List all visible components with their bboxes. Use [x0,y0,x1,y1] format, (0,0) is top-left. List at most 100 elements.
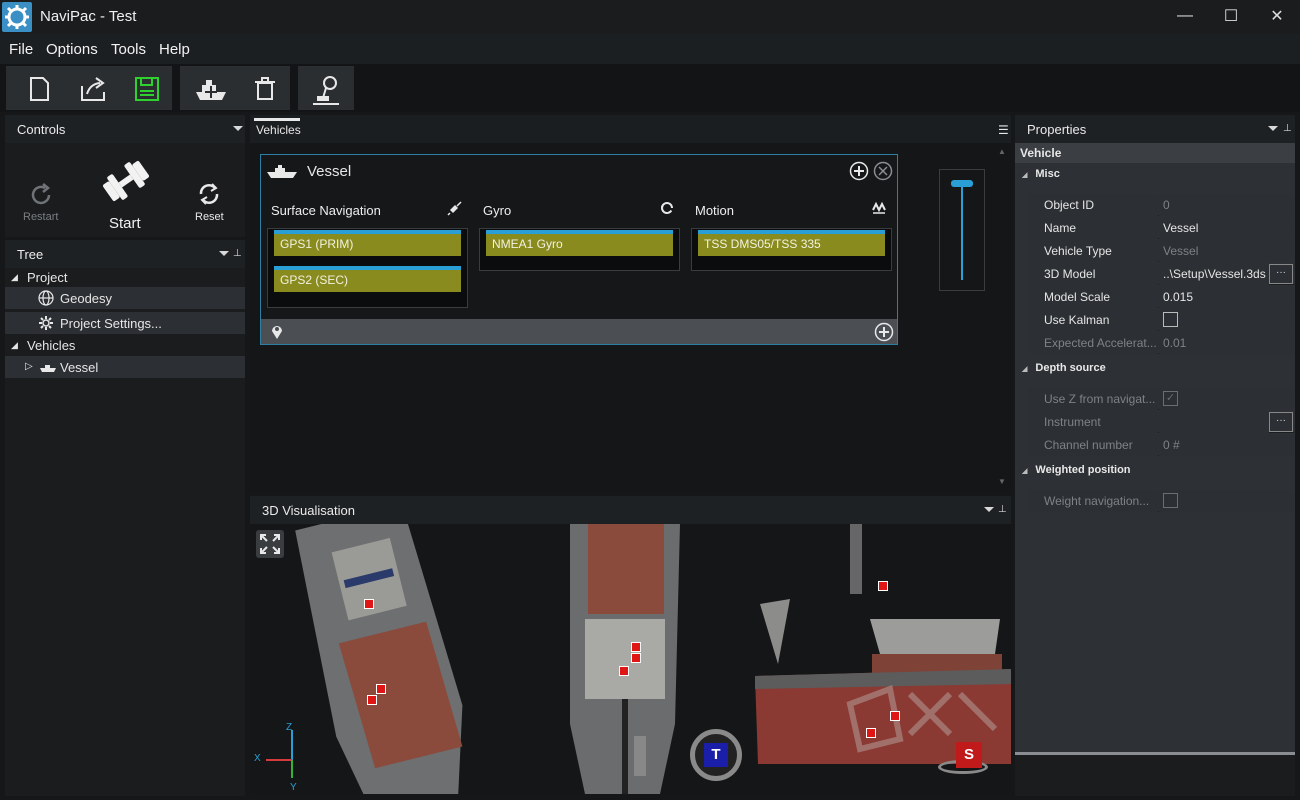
axis-y-label: Y [290,782,297,793]
tree-item-vehicles[interactable]: ◢ Vehicles [5,334,245,356]
sensor-marker[interactable] [376,684,386,694]
sensor-marker[interactable] [631,642,641,652]
sensor-marker[interactable] [631,653,641,663]
prop-model-scale[interactable]: Model Scale 0.015 [1028,286,1294,308]
location-pin-icon[interactable] [271,323,283,343]
vehicles-scrollbar[interactable]: ▲ ▼ [996,147,1010,487]
vessel-card[interactable]: Vessel Surface Navigation GPS1 (PRIM) GP… [260,154,898,345]
category-misc[interactable]: Misc [1022,168,1059,180]
collapsed-arrow-icon[interactable]: ▷ [25,361,33,372]
browse-3d-model-button[interactable]: ··· [1269,264,1293,284]
maximize-button[interactable]: ☐ [1208,0,1254,32]
pin-icon[interactable]: ⊥ [1283,123,1292,134]
title-bar: NaviPac - Test — ☐ ✕ [0,0,1300,34]
chevron-down-icon[interactable] [1268,126,1278,131]
scroll-up-icon[interactable]: ▲ [998,147,1006,156]
prop-name: Channel number [1028,434,1158,456]
pin-icon[interactable]: ⊥ [998,504,1007,515]
add-icon[interactable] [849,161,869,184]
sensor-marker[interactable] [878,581,888,591]
zoom-slider[interactable] [939,169,985,291]
menu-file[interactable]: File [9,41,33,58]
restart-icon[interactable] [27,181,55,212]
sensor-marker[interactable] [890,711,900,721]
top-view-button[interactable]: T [690,729,742,781]
expand-arrow-icon[interactable]: ◢ [11,340,18,351]
tree-item-vessel[interactable]: ▷ Vessel [5,356,245,378]
delete-icon[interactable] [250,74,280,104]
add-position-icon[interactable] [874,322,894,345]
close-window-button[interactable]: ✕ [1254,0,1300,32]
category-weighted-position[interactable]: Weighted position [1022,464,1130,476]
motion-icon[interactable] [871,200,887,219]
properties-object-header: Vehicle [1015,143,1295,163]
browse-instrument-button[interactable]: ··· [1269,412,1293,432]
chevron-down-icon[interactable] [219,251,229,256]
prop-value[interactable]: ..\Setup\Vessel.3ds [1159,263,1269,285]
pin-icon[interactable]: ⊥ [233,248,242,259]
tab-vehicles[interactable]: Vehicles [256,123,301,137]
sensor-nmea1-gyro[interactable]: NMEA1 Gyro [486,230,673,256]
prop-value[interactable]: Vessel [1159,217,1294,239]
sensor-marker[interactable] [866,728,876,738]
sensor-tss-dms05[interactable]: TSS DMS05/TSS 335 [698,230,885,256]
prop-3d-model[interactable]: 3D Model ..\Setup\Vessel.3ds [1028,263,1294,285]
expand-arrow-icon[interactable]: ◢ [11,272,18,283]
prop-value[interactable]: 0.015 [1159,286,1294,308]
vessel-card-footer [261,319,897,344]
prop-name-row[interactable]: Name Vessel [1028,217,1294,239]
tab-menu-icon[interactable]: ☰ [998,123,1009,137]
side-view-button[interactable]: S [956,742,982,768]
tree-item-project[interactable]: ◢ Project [5,266,245,288]
menu-options[interactable]: Options [46,41,98,58]
chevron-down-icon[interactable] [984,507,994,512]
sensor-marker[interactable] [364,599,374,609]
search-instrument-icon[interactable] [311,74,341,105]
menu-tools[interactable]: Tools [111,41,146,58]
sensor-gps1[interactable]: GPS1 (PRIM) [274,230,461,256]
reset-icon[interactable] [195,180,223,211]
tree-item-label: Project [27,270,68,285]
window-title: NaviPac - Test [40,8,137,25]
motion-title: Motion [695,203,735,218]
axis-z-label: Z [286,722,293,733]
category-depth-source[interactable]: Depth source [1022,362,1105,374]
new-file-icon[interactable] [24,74,54,104]
prop-object-id: Object ID 0 [1028,194,1294,216]
prop-name: Object ID [1028,194,1158,216]
close-icon[interactable] [873,161,893,184]
satellite-icon[interactable] [447,200,463,219]
sensor-gps2[interactable]: GPS2 (SEC) [274,266,461,292]
tree-item-geodesy[interactable]: Geodesy [5,287,245,309]
prop-value: 0 # [1159,434,1294,456]
prop-name: Use Z from navigat... [1028,388,1158,410]
properties-description-area [1015,755,1295,796]
menu-help[interactable]: Help [159,41,190,58]
controls-panel: Controls Restart Start Reset [5,115,245,237]
prop-name: Use Kalman [1028,309,1158,331]
prop-value [1159,490,1294,512]
sensor-marker[interactable] [367,695,377,705]
prop-value: 0.01 [1159,332,1294,354]
save-icon[interactable] [132,74,162,104]
gyro-column: NMEA1 Gyro [479,228,680,271]
sensor-marker[interactable] [619,666,629,676]
3d-viewport[interactable]: Z X Y T S [250,524,1011,794]
start-label[interactable]: Start [109,215,141,232]
export-icon[interactable] [78,74,108,104]
chevron-down-icon[interactable] [233,126,243,131]
restart-label: Restart [23,211,59,223]
scroll-down-icon[interactable]: ▼ [998,477,1006,486]
minimize-button[interactable]: — [1162,0,1208,32]
start-icon[interactable] [98,153,154,212]
tree-item-project-settings[interactable]: Project Settings... [5,312,245,334]
gyro-title: Gyro [483,203,512,218]
zoom-slider-thumb[interactable] [951,180,973,187]
gyro-icon[interactable] [659,200,675,219]
prop-use-kalman[interactable]: Use Kalman [1028,309,1294,331]
globe-icon [38,290,54,309]
menu-bar: File Options Tools Help [0,34,1300,64]
use-kalman-checkbox[interactable] [1163,312,1178,327]
add-vehicle-icon[interactable] [194,74,226,104]
fullscreen-icon[interactable] [256,530,284,558]
